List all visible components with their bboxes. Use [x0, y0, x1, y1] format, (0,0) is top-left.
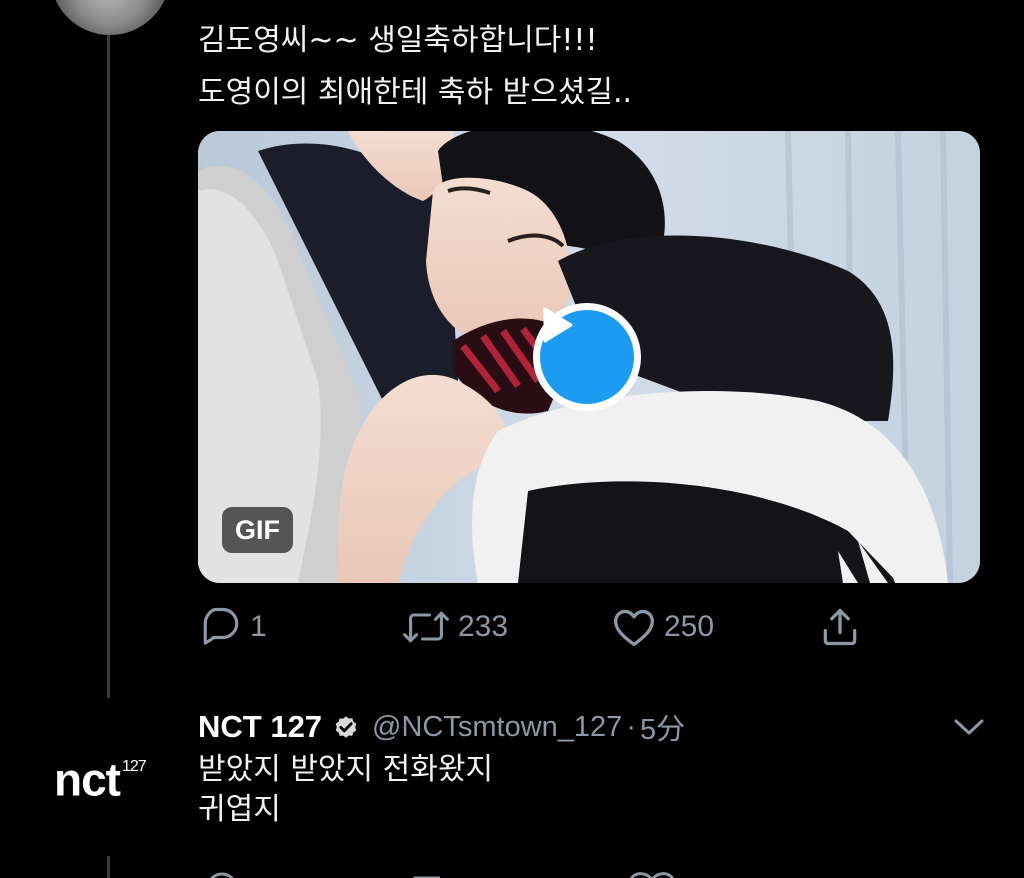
reply-icon: [203, 607, 239, 645]
reply-text-line-1: 받았지 받았지 전화왔지: [198, 752, 494, 787]
handle[interactable]: @NCTsmtown_127: [372, 711, 622, 744]
nct-logo: nct 127: [54, 753, 147, 806]
thread-line-top: [107, 30, 110, 698]
retweet-icon: [403, 611, 449, 643]
reply-text: 받았지 받았지 전화왔지 귀엽지: [198, 750, 493, 830]
heart-icon: [614, 609, 654, 647]
retweet-count: 233: [458, 610, 509, 643]
like-count: 250: [664, 610, 715, 643]
thread-line-bottom: [107, 856, 110, 878]
play-icon: [543, 307, 573, 343]
timestamp[interactable]: 5分: [640, 706, 685, 748]
separator: ·: [626, 710, 636, 743]
reply-header: NCT 127 @NCTsmtown_127 · 5分: [198, 705, 685, 749]
reply-text-line-2: 귀엽지: [198, 792, 281, 827]
gif-badge: GIF: [222, 507, 293, 553]
tweet-text-line-2: 도영이의 최애한테 축하 받으셨길..: [198, 75, 633, 110]
reply-actions-partial: [200, 866, 900, 878]
gif-media[interactable]: GIF: [198, 131, 980, 583]
like-button[interactable]: 250: [612, 603, 714, 651]
chevron-down-icon[interactable]: [952, 716, 986, 738]
reply-count: 1: [250, 610, 267, 643]
share-button[interactable]: [818, 603, 862, 651]
tweet-text-line-1: 김도영씨~~ 생일축하합니다!!!: [198, 23, 598, 58]
play-button[interactable]: [533, 303, 641, 411]
verified-badge-icon: [335, 716, 357, 738]
retweet-button[interactable]: 233: [402, 603, 508, 651]
share-icon: [823, 608, 857, 646]
avatar[interactable]: [50, 0, 170, 35]
reply-button[interactable]: 1: [200, 603, 267, 651]
display-name[interactable]: NCT 127: [198, 709, 322, 745]
